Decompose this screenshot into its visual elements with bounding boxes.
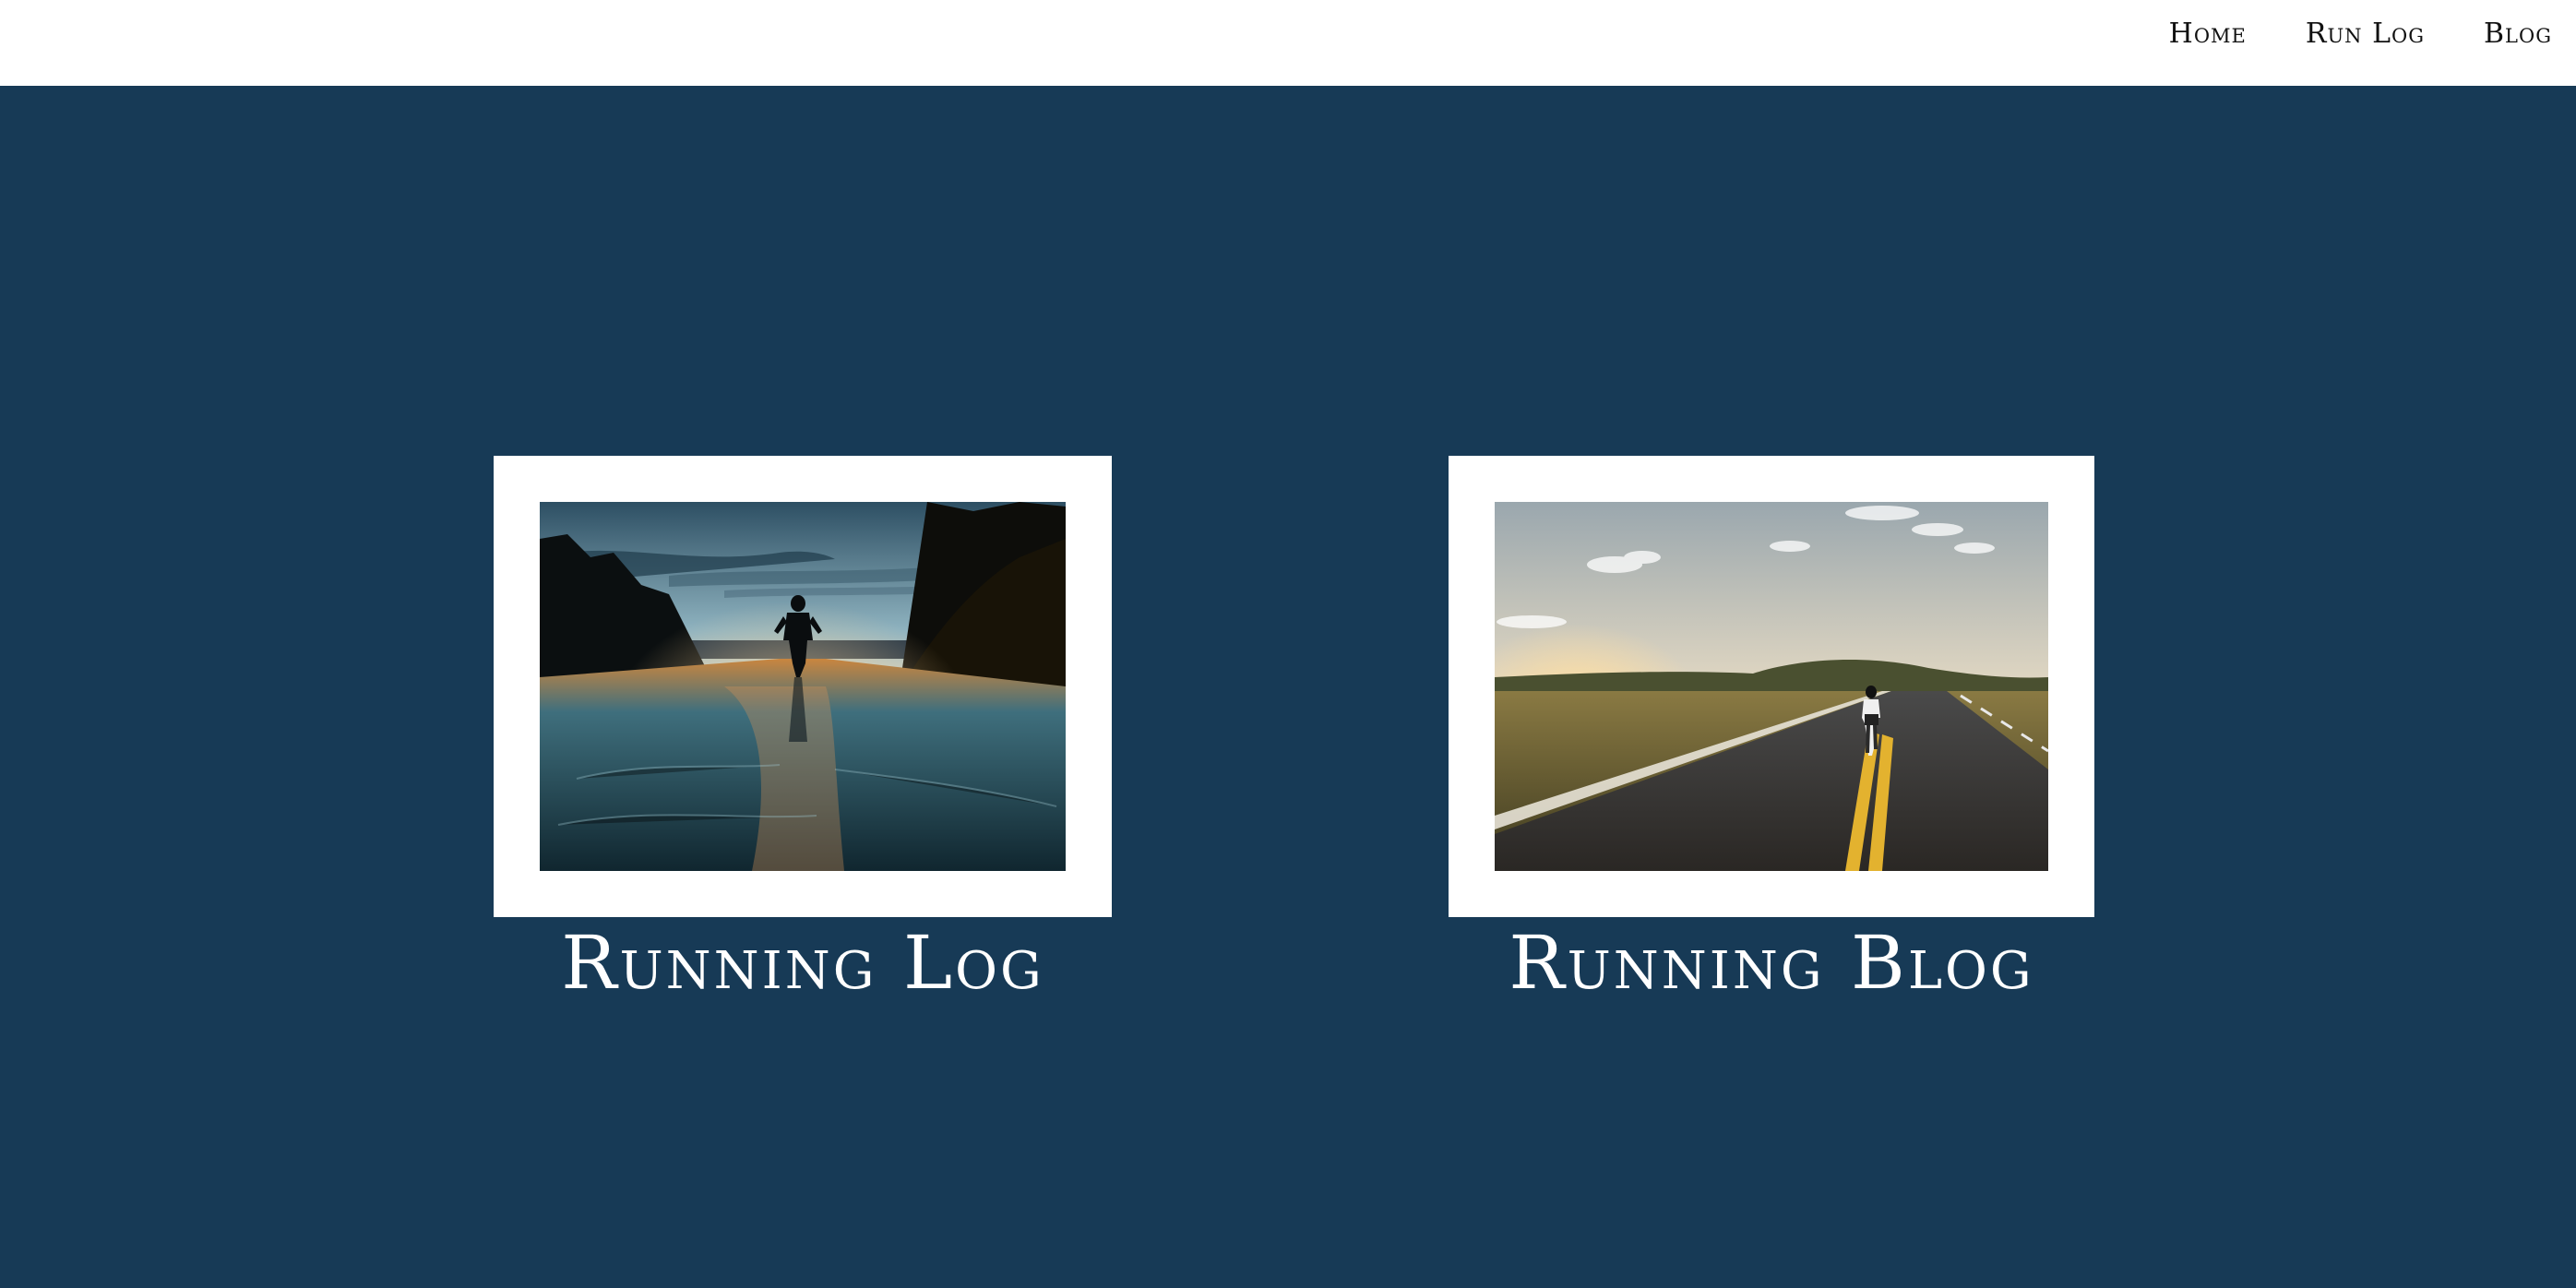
runner-wet-road-sunset-image <box>540 502 1066 871</box>
runner-highway-sunset-image <box>1495 502 2048 871</box>
running-log-title[interactable]: Running Log <box>494 926 1112 1000</box>
hero-section: Running Log Running Blog <box>0 86 2576 1288</box>
running-log-photo[interactable] <box>540 502 1066 871</box>
running-blog-photo[interactable] <box>1495 502 2048 871</box>
nav-link-run-log[interactable]: Run Log <box>2306 18 2425 50</box>
nav-link-home[interactable]: Home <box>2169 18 2247 50</box>
running-blog-card[interactable]: Running Blog <box>1449 456 2094 1000</box>
running-blog-title[interactable]: Running Blog <box>1449 926 2094 1000</box>
nav-menu: Home Run Log Blog <box>2169 0 2552 66</box>
top-navigation-bar: Home Run Log Blog <box>0 0 2576 86</box>
nav-link-blog[interactable]: Blog <box>2484 18 2552 50</box>
running-log-card[interactable]: Running Log <box>494 456 1112 1000</box>
